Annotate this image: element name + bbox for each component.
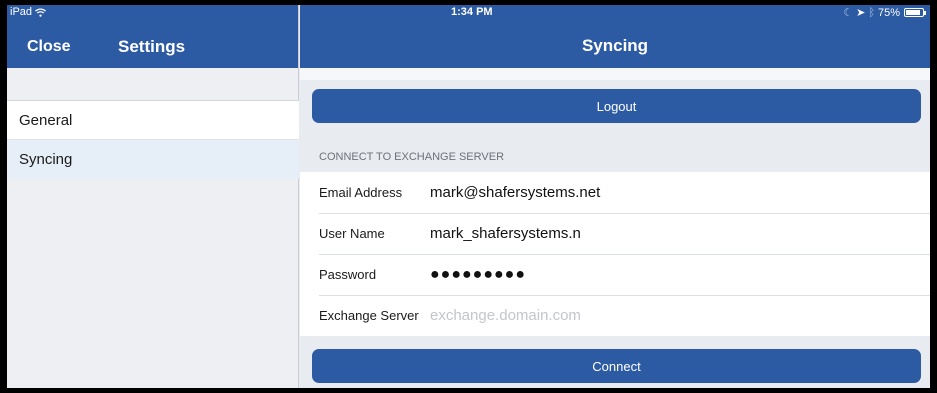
exchange-login-form: Email Address User Name Password Exchang… [300,172,930,336]
bluetooth-icon: ᛒ [868,6,875,19]
server-label: Exchange Server [319,308,419,323]
syncing-detail-pane: 1:34 PM ☾ ➤ ᛒ 75% Syncing Logout CONNECT… [300,5,930,388]
password-row: Password [300,254,930,295]
settings-sidebar: iPad Close Settings General Syncing [7,5,299,388]
sidebar-item-general[interactable]: General [7,101,299,140]
moon-icon: ☾ [843,7,854,19]
top-separator-strip [300,68,930,80]
password-field[interactable] [430,259,930,290]
logout-button[interactable]: Logout [312,89,921,123]
detail-nav-bar: 1:34 PM ☾ ➤ ᛒ 75% Syncing [300,5,930,68]
ipad-screen: iPad Close Settings General Syncing 1:34… [7,5,930,388]
close-button[interactable]: Close [27,38,71,56]
status-time: 1:34 PM [451,6,493,18]
status-bar-left: iPad [10,6,46,18]
email-row: Email Address [300,172,930,213]
sidebar-nav-bar: iPad Close Settings [7,5,298,68]
connect-button[interactable]: Connect [312,349,921,383]
status-bar-right: ☾ ➤ ᛒ 75% [843,6,926,19]
username-field[interactable] [430,218,930,249]
sidebar-title: Settings [118,37,186,56]
username-row: User Name [300,213,930,254]
exchange-server-field[interactable] [430,300,930,331]
email-label: Email Address [319,185,403,200]
username-label: User Name [319,226,385,241]
password-label: Password [319,267,377,282]
sidebar-item-syncing[interactable]: Syncing [7,140,299,179]
battery-percent: 75% [877,6,900,19]
section-header: CONNECT TO EXCHANGE SERVER [319,151,505,163]
sidebar-item-label: Syncing [19,151,73,168]
sidebar-item-label: General [19,111,73,129]
page-title: Syncing [581,36,649,55]
location-arrow-icon: ➤ [856,7,866,19]
battery-icon [904,8,926,17]
server-row: Exchange Server [300,295,930,336]
wifi-icon [35,7,46,17]
device-name: iPad [10,6,33,18]
email-field[interactable] [430,177,930,208]
settings-menu: General Syncing [7,100,299,179]
